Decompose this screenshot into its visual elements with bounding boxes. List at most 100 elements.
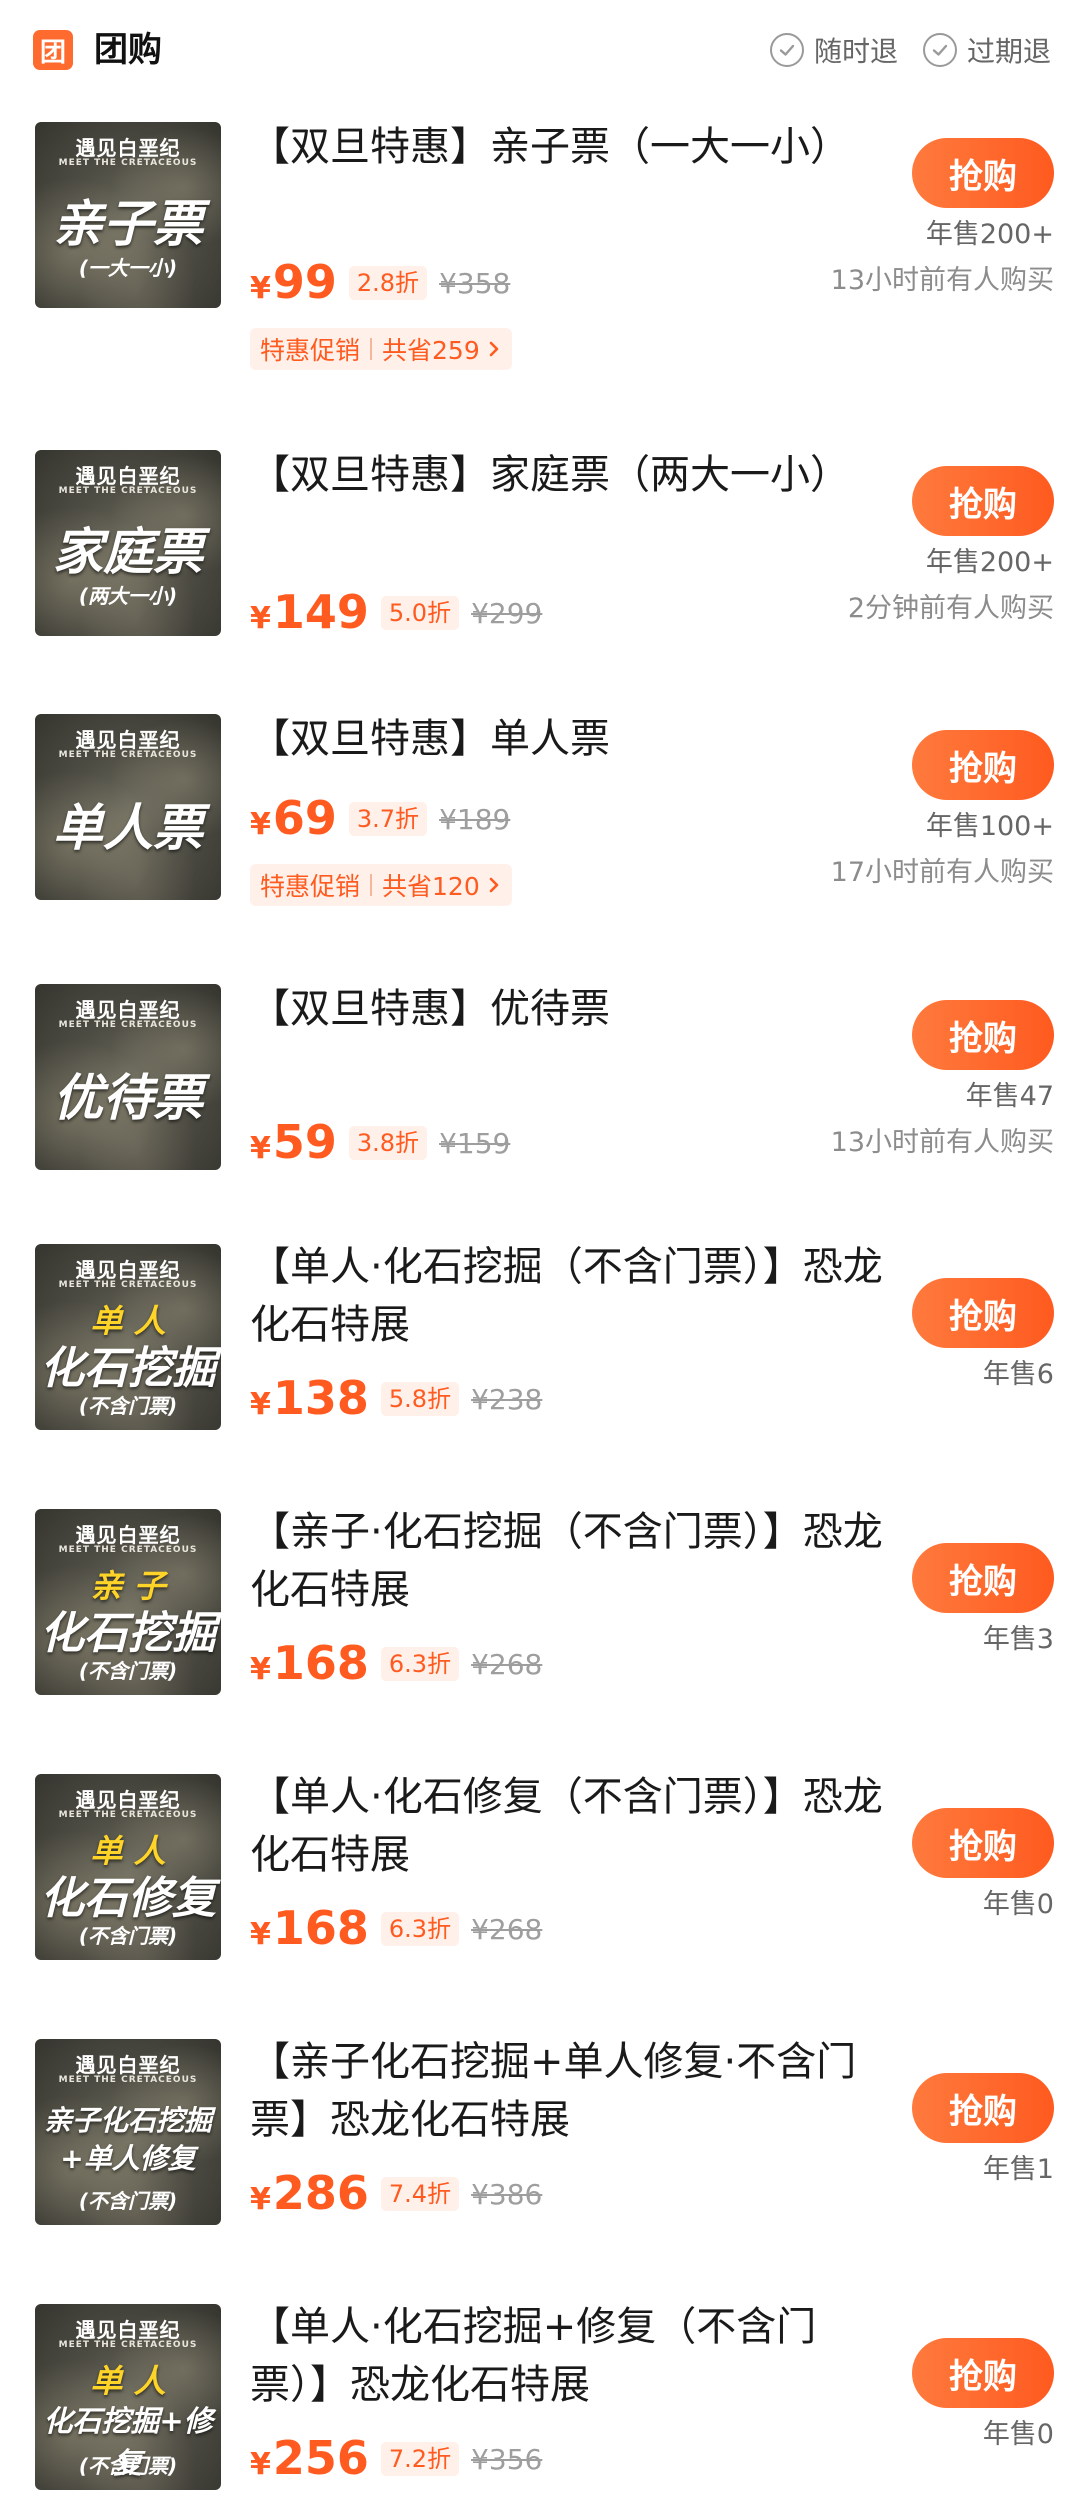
promo-divider xyxy=(370,874,373,896)
check-circle-icon xyxy=(923,33,957,67)
deal-item[interactable]: 遇见白垩纪 MEET THE CRETACEOUS 亲子票 (一大一小) 【双旦… xyxy=(0,100,1079,390)
thumb-brand-sub: MEET THE CRETACEOUS xyxy=(58,2075,198,2085)
thumb-brand-sub: MEET THE CRETACEOUS xyxy=(58,1280,198,1290)
thumb-brand-sub: MEET THE CRETACEOUS xyxy=(58,750,198,760)
annual-sales: 年售200+ xyxy=(925,219,1054,250)
price-row: ¥256 7.2折 ¥356 xyxy=(250,2426,542,2484)
original-price: ¥268 xyxy=(471,1913,543,1946)
thumb-headline: 化石修复 xyxy=(40,1873,216,1924)
discount-badge: 6.3折 xyxy=(380,1647,460,1681)
buy-button[interactable]: 抢购 xyxy=(912,1543,1054,1613)
thumb-headline: 亲子化石挖掘 xyxy=(43,2104,212,2137)
buy-button[interactable]: 抢购 xyxy=(912,1808,1054,1878)
deal-title[interactable]: 【单人·化石挖掘+修复（不含门票）】恐龙化石特展 xyxy=(250,2298,890,2414)
thumb-headline: 优待票 xyxy=(53,1069,203,1127)
thumb-headline: 化石挖掘 xyxy=(40,1343,216,1394)
thumb-brand: 遇见白垩纪 xyxy=(75,1523,181,1547)
deal-thumbnail: 遇见白垩纪 MEET THE CRETACEOUS 单 人 化石修复 (不含门票… xyxy=(35,1774,221,1960)
promo-label: 特惠促销 xyxy=(260,872,361,901)
annual-sales: 年售3 xyxy=(982,1624,1054,1655)
discount-badge: 3.7折 xyxy=(348,802,428,836)
thumb-brand-sub: MEET THE CRETACEOUS xyxy=(58,1810,198,1820)
deal-title[interactable]: 【双旦特惠】亲子票（一大一小） xyxy=(250,118,890,176)
thumb-brand: 遇见白垩纪 xyxy=(75,998,181,1022)
deal-thumbnail: 遇见白垩纪 MEET THE CRETACEOUS 单 人 化石挖掘 (不含门票… xyxy=(35,1244,221,1430)
thumb-headline: 单人票 xyxy=(53,799,203,857)
annual-sales: 年售0 xyxy=(982,2419,1054,2450)
buy-button[interactable]: 抢购 xyxy=(912,466,1054,536)
promo-tag[interactable]: 特惠促销 共省259 xyxy=(250,328,512,370)
promo-tag[interactable]: 特惠促销 共省120 xyxy=(250,864,512,906)
original-price: ¥356 xyxy=(471,2443,543,2476)
current-price: ¥168 xyxy=(250,1636,369,1690)
discount-badge: 5.8折 xyxy=(380,1382,460,1416)
promo-saving: 共省120 xyxy=(382,872,480,901)
buy-button[interactable]: 抢购 xyxy=(912,2073,1054,2143)
annual-sales: 年售6 xyxy=(982,1359,1054,1390)
deal-item[interactable]: 遇见白垩纪 MEET THE CRETACEOUS 单 人 化石挖掘 (不含门票… xyxy=(0,1210,1079,1475)
annual-sales: 年售100+ xyxy=(925,811,1054,842)
chevron-right-icon xyxy=(489,341,499,357)
thumb-brand: 遇见白垩纪 xyxy=(75,1788,181,1812)
tag-label: 过期退 xyxy=(967,35,1052,68)
promo-divider xyxy=(370,338,373,360)
thumb-brand-sub: MEET THE CRETACEOUS xyxy=(58,1020,198,1030)
refund-anytime-tag: 随时退 xyxy=(770,30,898,70)
thumb-brand-sub: MEET THE CRETACEOUS xyxy=(58,1545,198,1555)
thumb-subline: (一大一小) xyxy=(78,256,178,280)
recent-purchase: 13小时前有人购买 xyxy=(830,1127,1054,1158)
section-title: 团购 xyxy=(94,30,162,70)
buy-button[interactable]: 抢购 xyxy=(912,1278,1054,1348)
deal-item[interactable]: 遇见白垩纪 MEET THE CRETACEOUS 亲 子 化石挖掘 (不含门票… xyxy=(0,1475,1079,1740)
thumb-subline: (不含门票) xyxy=(78,2454,178,2478)
deal-title[interactable]: 【单人·化石修复（不含门票）】恐龙化石特展 xyxy=(250,1768,890,1884)
deal-thumbnail: 遇见白垩纪 MEET THE CRETACEOUS 亲 子 化石挖掘 (不含门票… xyxy=(35,1509,221,1695)
current-price: ¥149 xyxy=(250,585,369,639)
annual-sales: 年售0 xyxy=(982,1889,1054,1920)
recent-purchase: 13小时前有人购买 xyxy=(830,265,1054,296)
group-buy-header: 团 团购 随时退 过期退 xyxy=(0,0,1079,100)
price-row: ¥168 6.3折 ¥268 xyxy=(250,1631,542,1689)
thumb-brand-sub: MEET THE CRETACEOUS xyxy=(58,158,198,168)
thumb-subline: (不含门票) xyxy=(78,1659,178,1683)
promo-label: 特惠促销 xyxy=(260,336,361,365)
deal-title[interactable]: 【双旦特惠】家庭票（两大一小） xyxy=(250,446,890,504)
price-row: ¥138 5.8折 ¥238 xyxy=(250,1366,542,1424)
original-price: ¥299 xyxy=(471,597,543,630)
price-row: ¥99 2.8折 ¥358 xyxy=(250,250,510,308)
deal-title[interactable]: 【单人·化石挖掘（不含门票）】恐龙化石特展 xyxy=(250,1238,890,1354)
current-price: ¥59 xyxy=(250,1115,337,1169)
discount-badge: 2.8折 xyxy=(348,266,428,300)
discount-badge: 6.3折 xyxy=(380,1912,460,1946)
deal-item[interactable]: 遇见白垩纪 MEET THE CRETACEOUS 单人票 【双旦特惠】单人票 … xyxy=(0,660,1079,950)
deal-item[interactable]: 遇见白垩纪 MEET THE CRETACEOUS 优待票 【双旦特惠】优待票 … xyxy=(0,950,1079,1210)
deal-thumbnail: 遇见白垩纪 MEET THE CRETACEOUS 亲子化石挖掘 +单人修复 (… xyxy=(35,2039,221,2225)
annual-sales: 年售47 xyxy=(965,1081,1054,1112)
price-row: ¥59 3.8折 ¥159 xyxy=(250,1110,510,1168)
current-price: ¥286 xyxy=(250,2166,369,2220)
tag-label: 随时退 xyxy=(814,35,899,68)
deal-item[interactable]: 遇见白垩纪 MEET THE CRETACEOUS 家庭票 (两大一小) 【双旦… xyxy=(0,390,1079,660)
thumb-brand: 遇见白垩纪 xyxy=(75,136,181,160)
deal-title[interactable]: 【亲子化石挖掘+单人修复·不含门票】恐龙化石特展 xyxy=(250,2033,910,2149)
current-price: ¥256 xyxy=(250,2431,369,2485)
deal-title[interactable]: 【亲子·化石挖掘（不含门票）】恐龙化石特展 xyxy=(250,1503,890,1619)
discount-badge: 5.0折 xyxy=(380,596,460,630)
recent-purchase: 2分钟前有人购买 xyxy=(847,593,1054,624)
buy-button[interactable]: 抢购 xyxy=(912,138,1054,208)
thumb-tagline: 单 人 xyxy=(90,2362,166,2400)
deal-item[interactable]: 遇见白垩纪 MEET THE CRETACEOUS 亲子化石挖掘 +单人修复 (… xyxy=(0,2005,1079,2270)
deal-thumbnail: 遇见白垩纪 MEET THE CRETACEOUS 优待票 xyxy=(35,984,221,1170)
deal-item[interactable]: 遇见白垩纪 MEET THE CRETACEOUS 单 人 化石修复 (不含门票… xyxy=(0,1740,1079,2005)
thumb-brand: 遇见白垩纪 xyxy=(75,2053,181,2077)
buy-button[interactable]: 抢购 xyxy=(912,730,1054,800)
annual-sales: 年售200+ xyxy=(925,547,1054,578)
buy-button[interactable]: 抢购 xyxy=(912,2338,1054,2408)
deal-title[interactable]: 【双旦特惠】单人票 xyxy=(250,710,890,768)
current-price: ¥99 xyxy=(250,255,337,309)
deal-thumbnail: 遇见白垩纪 MEET THE CRETACEOUS 亲子票 (一大一小) xyxy=(35,122,221,308)
buy-button[interactable]: 抢购 xyxy=(912,1000,1054,1070)
deal-item[interactable]: 遇见白垩纪 MEET THE CRETACEOUS 单 人 化石挖掘+修复 (不… xyxy=(0,2270,1079,2518)
current-price: ¥168 xyxy=(250,1901,369,1955)
deal-title[interactable]: 【双旦特惠】优待票 xyxy=(250,980,890,1038)
